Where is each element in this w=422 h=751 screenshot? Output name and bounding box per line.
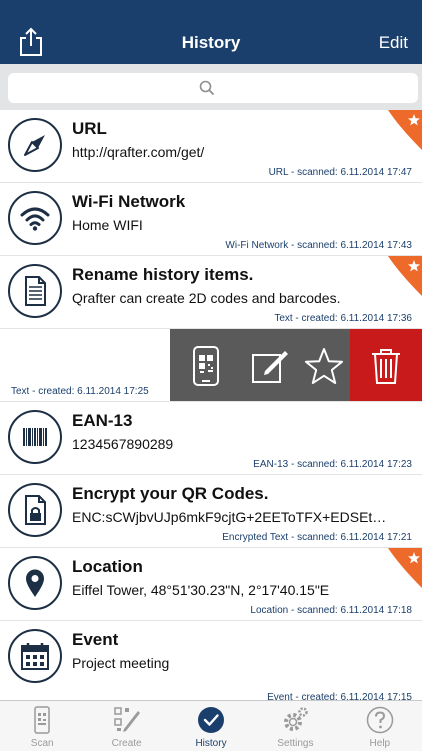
gear-icon <box>280 705 310 735</box>
item-title: URL <box>72 119 107 138</box>
star-icon <box>304 347 343 384</box>
tab-label: History <box>195 738 227 749</box>
item-subtitle: Qrafter can create 2D codes and barcodes… <box>72 290 341 306</box>
barcode-icon <box>8 410 62 464</box>
calendar-icon <box>8 629 62 683</box>
location-pin-icon <box>8 556 62 610</box>
trash-icon <box>372 348 400 384</box>
navigation-bar: History Edit <box>0 0 422 64</box>
phone-qr-icon <box>193 345 219 386</box>
item-subtitle: 1234567890289 <box>72 436 174 452</box>
show-code-button[interactable] <box>170 329 242 401</box>
favorite-star-icon <box>388 548 422 588</box>
history-item-ean13[interactable]: EAN-13 1234567890289 EAN-13 - scanned: 6… <box>0 402 422 475</box>
item-subtitle: http://qrafter.com/get/ <box>72 144 205 160</box>
item-title: EAN-13 <box>72 411 133 430</box>
tab-label: Scan <box>30 738 54 749</box>
encrypted-document-icon <box>8 483 62 537</box>
rename-button[interactable] <box>242 329 297 401</box>
item-meta: Wi-Fi Network - scanned: 6.11.2014 17:43 <box>225 240 412 251</box>
tab-label: Settings <box>277 738 314 749</box>
tab-label: Help <box>369 738 391 749</box>
checkmark-icon <box>196 705 226 735</box>
item-subtitle: Project meeting <box>72 655 170 671</box>
tab-bar: Scan Create History Settings Help <box>0 700 422 751</box>
item-meta: Encrypted Text - scanned: 6.11.2014 17:2… <box>222 532 412 543</box>
tab-history[interactable]: History <box>169 701 253 751</box>
item-title: Event <box>72 630 119 649</box>
help-icon <box>365 705 395 735</box>
tab-create[interactable]: Create <box>84 701 168 751</box>
history-item-url[interactable]: URL http://qrafter.com/get/ URL - scanne… <box>0 110 422 183</box>
page-title: History <box>181 33 241 52</box>
item-meta: Text - created: 6.11.2014 17:36 <box>274 313 412 324</box>
favorite-star-icon <box>388 110 422 150</box>
item-meta: Location - scanned: 6.11.2014 17:18 <box>250 605 412 616</box>
history-item-text[interactable]: Rename history items. Qrafter can create… <box>0 256 422 329</box>
history-list: URL http://qrafter.com/get/ URL - scanne… <box>0 110 422 701</box>
item-title: Rename history items. <box>72 265 254 284</box>
item-subtitle: Home WIFI <box>72 217 143 233</box>
item-title: Location <box>72 557 143 576</box>
edit-icon <box>251 350 288 383</box>
search-icon <box>199 80 215 96</box>
swipe-actions <box>170 329 422 401</box>
item-meta: URL - scanned: 6.11.2014 17:47 <box>268 167 412 178</box>
favorite-star-icon <box>388 256 422 296</box>
item-subtitle: ENC:sCWjbvUJp6mkF9cjtG+2EEToTFX+EDSEt… <box>72 509 387 525</box>
compass-icon <box>8 118 62 172</box>
history-item-wifi[interactable]: Wi-Fi Network Home WIFI Wi-Fi Network - … <box>0 183 422 256</box>
document-icon <box>8 264 62 318</box>
item-subtitle: Eiffel Tower, 48°51'30.23"N, 2°17'40.15"… <box>72 582 330 598</box>
history-item-event[interactable]: Event Project meeting Event - created: 6… <box>0 621 422 701</box>
delete-button[interactable] <box>350 329 422 401</box>
tab-label: Create <box>111 738 142 749</box>
create-code-icon <box>112 705 142 735</box>
scan-phone-icon <box>27 705 57 735</box>
history-item-swiped[interactable]: Text - created: 6.11.2014 17:25 <box>0 329 422 402</box>
tab-settings[interactable]: Settings <box>253 701 337 751</box>
favorite-button[interactable] <box>297 329 350 401</box>
item-title: Encrypt your QR Codes. <box>72 484 269 503</box>
item-meta: Text - created: 6.11.2014 17:25 <box>11 386 149 397</box>
history-item-location[interactable]: Location Eiffel Tower, 48°51'30.23"N, 2°… <box>0 548 422 621</box>
item-meta: EAN-13 - scanned: 6.11.2014 17:23 <box>253 459 412 470</box>
tab-help[interactable]: Help <box>338 701 422 751</box>
wifi-icon <box>8 191 62 245</box>
edit-button[interactable]: Edit <box>379 33 408 53</box>
history-item-encrypted[interactable]: Encrypt your QR Codes. ENC:sCWjbvUJp6mkF… <box>0 475 422 548</box>
search-bar <box>0 64 422 110</box>
item-title: Wi-Fi Network <box>72 192 186 211</box>
tab-scan[interactable]: Scan <box>0 701 84 751</box>
